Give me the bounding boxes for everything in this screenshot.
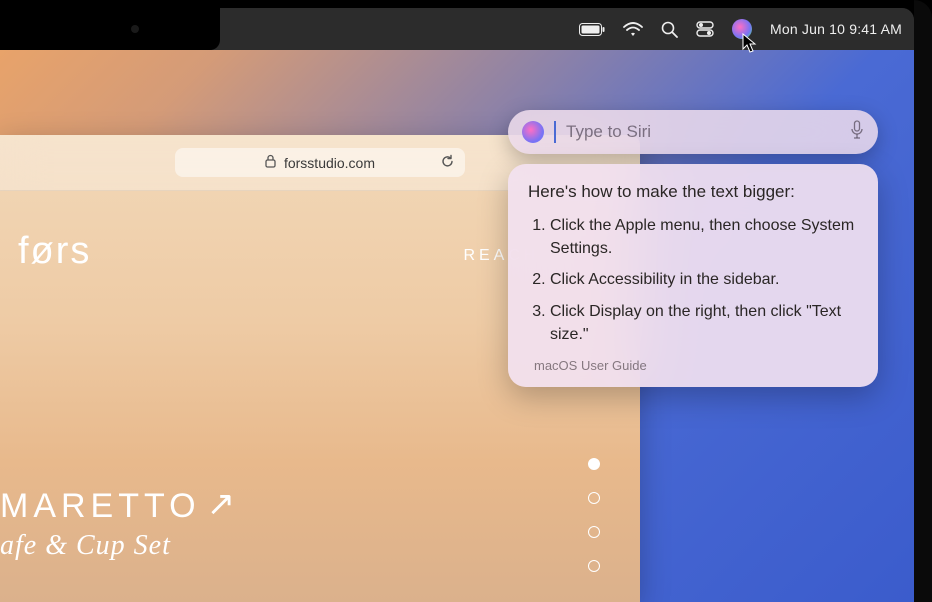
address-url: forsstudio.com bbox=[284, 155, 375, 171]
siri-input-placeholder: Type to Siri bbox=[566, 122, 840, 142]
hero: MARETTO ↗ afe & Cup Set bbox=[0, 486, 240, 562]
battery-icon[interactable] bbox=[579, 23, 605, 36]
device-bezel bbox=[914, 0, 932, 602]
siri-step-1: Click the Apple menu, then choose System… bbox=[550, 214, 858, 260]
microphone-icon[interactable] bbox=[850, 120, 864, 145]
siri-response-card: Here's how to make the text bigger: Clic… bbox=[508, 164, 878, 387]
siri-step-3: Click Display on the right, then click "… bbox=[550, 300, 858, 346]
siri-steps-list: Click the Apple menu, then choose System… bbox=[528, 214, 858, 346]
hero-subtitle: afe & Cup Set bbox=[0, 530, 240, 562]
carousel-pager bbox=[588, 458, 600, 572]
pager-dot-3[interactable] bbox=[588, 526, 600, 538]
notch bbox=[0, 8, 220, 50]
camera-icon bbox=[131, 25, 139, 33]
menubar-datetime[interactable]: Mon Jun 10 9:41 AM bbox=[770, 21, 902, 37]
hero-title: MARETTO ↗ bbox=[0, 486, 240, 526]
siri-icon bbox=[522, 121, 544, 143]
siri-source-label: macOS User Guide bbox=[534, 358, 647, 373]
siri-step-2: Click Accessibility in the sidebar. bbox=[550, 268, 858, 291]
spotlight-icon[interactable] bbox=[661, 21, 678, 38]
safari-address-bar[interactable]: forsstudio.com bbox=[175, 148, 465, 177]
lock-icon bbox=[265, 154, 276, 171]
control-center-icon[interactable] bbox=[696, 21, 714, 37]
text-cursor bbox=[554, 121, 556, 143]
siri-input-bar[interactable]: Type to Siri bbox=[508, 110, 878, 154]
siri-source-footer[interactable]: macOS User Guide bbox=[528, 358, 858, 373]
siri-menubar-icon[interactable] bbox=[732, 19, 752, 39]
screen: Mon Jun 10 9:41 AM forsstudio.com bbox=[0, 8, 914, 602]
pager-dot-4[interactable] bbox=[588, 560, 600, 572]
wifi-icon[interactable] bbox=[623, 22, 643, 37]
pager-dot-1[interactable] bbox=[588, 458, 600, 470]
siri-response-title: Here's how to make the text bigger: bbox=[528, 182, 858, 202]
arrow-ne-icon: ↗ bbox=[207, 484, 241, 524]
desktop: forsstudio.com førs REACH ↗ B bbox=[0, 50, 914, 602]
reload-icon[interactable] bbox=[440, 154, 455, 172]
pager-dot-2[interactable] bbox=[588, 492, 600, 504]
